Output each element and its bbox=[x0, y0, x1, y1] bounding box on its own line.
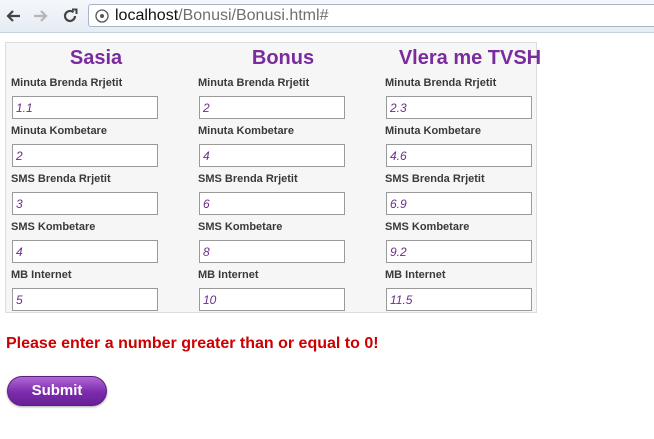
field-label: SMS Kombetare bbox=[385, 221, 470, 233]
tvsh-sms-kombetare-input[interactable] bbox=[386, 240, 532, 263]
sasia-minuta-brenda-input[interactable] bbox=[12, 96, 158, 119]
sasia-sms-brenda-input[interactable] bbox=[12, 192, 158, 215]
column-title: Sasia bbox=[69, 47, 123, 69]
tvsh-sms-brenda-input[interactable] bbox=[386, 192, 532, 215]
back-arrow-icon[interactable] bbox=[4, 6, 24, 26]
field-label: Minuta Brenda Rrjetit bbox=[11, 77, 123, 89]
bonus-minuta-brenda-input[interactable] bbox=[199, 96, 345, 119]
bonus-sms-brenda-input[interactable] bbox=[199, 192, 345, 215]
field-label: MB Internet bbox=[198, 269, 259, 281]
tvsh-minuta-kombetare-input[interactable] bbox=[386, 144, 532, 167]
bonus-sms-kombetare-input[interactable] bbox=[199, 240, 345, 263]
address-bar[interactable]: localhost/Bonusi/Bonusi.html# bbox=[88, 4, 654, 27]
submit-button[interactable]: Submit bbox=[7, 376, 107, 406]
field-label: SMS Brenda Rrjetit bbox=[198, 173, 298, 185]
field-label: SMS Brenda Rrjetit bbox=[11, 173, 111, 185]
url-text: localhost/Bonusi/Bonusi.html# bbox=[115, 7, 329, 24]
forward-arrow-icon[interactable] bbox=[30, 6, 50, 26]
browser-toolbar: localhost/Bonusi/Bonusi.html# bbox=[0, 0, 654, 33]
page-icon bbox=[95, 9, 109, 23]
bonus-form-panel: Sasia Minuta Brenda Rrjetit Minuta Kombe… bbox=[5, 42, 541, 313]
field-label: MB Internet bbox=[385, 269, 446, 281]
bonus-minuta-kombetare-input[interactable] bbox=[199, 144, 345, 167]
field-label: SMS Kombetare bbox=[11, 221, 96, 233]
field-label: Minuta Brenda Rrjetit bbox=[198, 77, 310, 89]
column-title: Vlera me TVSH bbox=[398, 47, 542, 69]
sasia-mb-internet-input[interactable] bbox=[12, 288, 158, 311]
field-label: SMS Brenda Rrjetit bbox=[385, 173, 485, 185]
tvsh-mb-internet-input[interactable] bbox=[386, 288, 532, 311]
field-label: MB Internet bbox=[11, 269, 72, 281]
sasia-sms-kombetare-input[interactable] bbox=[12, 240, 158, 263]
field-label: Minuta Kombetare bbox=[11, 125, 107, 137]
bonus-mb-internet-input[interactable] bbox=[199, 288, 345, 311]
field-label: Minuta Brenda Rrjetit bbox=[385, 77, 497, 89]
tvsh-minuta-brenda-input[interactable] bbox=[386, 96, 532, 119]
field-label: Minuta Kombetare bbox=[385, 125, 481, 137]
sasia-minuta-kombetare-input[interactable] bbox=[12, 144, 158, 167]
reload-icon[interactable] bbox=[60, 6, 80, 26]
field-label: Minuta Kombetare bbox=[198, 125, 294, 137]
error-message: Please enter a number greater than or eq… bbox=[6, 335, 379, 352]
field-label: SMS Kombetare bbox=[198, 221, 283, 233]
column-title: Bonus bbox=[251, 47, 315, 69]
